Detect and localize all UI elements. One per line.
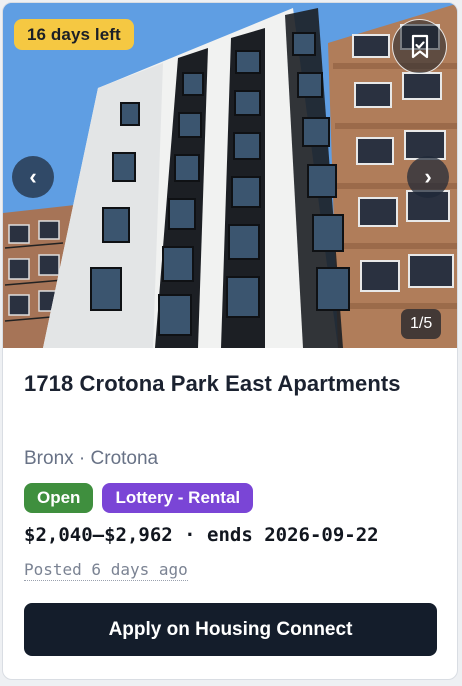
price-and-deadline: $2,040–$2,962 · ends 2026-09-22	[24, 524, 379, 546]
previous-photo-button[interactable]: ‹	[12, 156, 54, 198]
listing-card[interactable]: 16 days left ‹ › 1/5 1718 Crotona Park E…	[2, 2, 458, 680]
status-badge-open: Open	[24, 483, 94, 513]
type-badge-lottery: Lottery - Rental	[102, 483, 254, 513]
chevron-right-icon: ›	[424, 164, 432, 189]
listing-title: 1718 Crotona Park East Apartments	[24, 371, 401, 396]
building-photo	[3, 3, 457, 348]
next-photo-button[interactable]: ›	[407, 156, 449, 198]
chevron-left-icon: ‹	[29, 164, 37, 189]
listing-location: Bronx · Crotona	[24, 448, 159, 469]
listing-photo: 16 days left ‹ › 1/5	[3, 3, 457, 348]
bookmark-icon	[411, 34, 428, 58]
posted-date: Posted 6 days ago	[24, 560, 188, 581]
apply-button[interactable]: Apply on Housing Connect	[24, 603, 437, 656]
status-tags: Open Lottery - Rental	[24, 483, 254, 513]
photo-counter: 1/5	[401, 309, 442, 339]
save-listing-button[interactable]	[392, 19, 447, 74]
days-left-badge: 16 days left	[14, 19, 134, 50]
